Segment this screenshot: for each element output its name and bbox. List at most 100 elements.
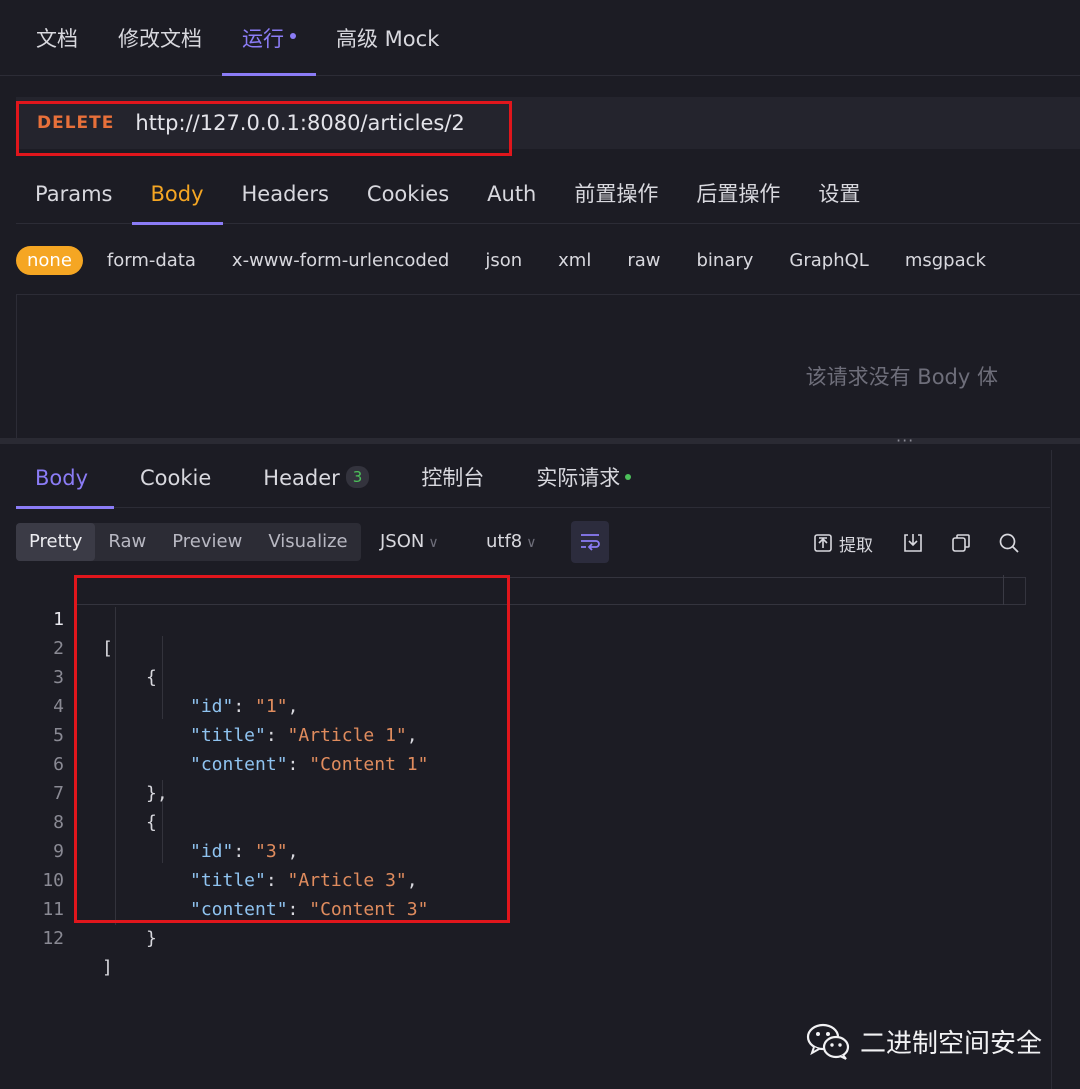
watermark: 二进制空间安全 [806,1022,1042,1060]
splitter-handle[interactable]: ··· [896,433,914,449]
view-mode-pretty[interactable]: Pretty [16,523,96,561]
response-tab-cookie-label: Cookie [140,466,212,490]
code-line: 3 "id": "1", [16,634,298,717]
view-mode-switcher: Pretty Raw Preview Visualize [16,523,361,561]
tab-run-label: 运行 [242,26,284,51]
format-select[interactable]: JSON ∨ [380,523,439,561]
word-wrap-button[interactable] [571,521,609,563]
tab-docs-label: 文档 [36,26,78,51]
url-bar[interactable]: DELETE http://127.0.0.1:8080/articles/2 [16,97,1080,149]
response-tab-actual-request-label: 实际请求 [536,466,621,490]
view-mode-preview[interactable]: Preview [159,523,255,561]
tab-auth[interactable]: Auth [468,166,555,224]
tab-headers[interactable]: Headers [223,166,348,224]
body-type-msgpack[interactable]: msgpack [905,250,986,271]
tab-advanced-mock[interactable]: 高级 Mock [316,0,459,76]
body-type-json[interactable]: json [485,250,522,271]
extract-button[interactable]: 提取 [813,531,873,556]
top-tab-bar: 文档 修改文档 运行 高级 Mock [0,0,1080,76]
download-button[interactable] [902,531,924,555]
tab-docs[interactable]: 文档 [16,0,98,76]
body-type-binary[interactable]: binary [696,250,753,271]
response-tab-console[interactable]: 控制台 [395,450,510,508]
wechat-icon [806,1023,850,1060]
json-value: "3" [255,841,288,862]
code-line: 1 [ [16,576,113,659]
tab-cookies[interactable]: Cookies [348,166,468,224]
tab-body[interactable]: Body [131,166,223,225]
tab-pre-actions[interactable]: 前置操作 [555,166,677,224]
tab-params[interactable]: Params [16,166,132,224]
wrap-icon [581,534,600,551]
request-tab-bar: Params Body Headers Cookies Auth 前置操作 后置… [16,166,1080,225]
json-value: "Content 1" [309,754,429,775]
code-text: ] [102,957,113,978]
code-line: 5 "content": "Content 1" [16,692,428,775]
right-panel-divider [1051,450,1052,1089]
view-mode-raw[interactable]: Raw [95,523,159,561]
response-tab-console-label: 控制台 [421,466,485,490]
current-line-indicator [76,577,1026,605]
tab-edit-docs-label: 修改文档 [118,26,202,51]
search-icon [999,533,1019,553]
json-value: "Content 3" [309,899,429,920]
body-type-xml[interactable]: xml [558,250,591,271]
code-line: 8 "id": "3", [16,779,298,862]
actual-request-dot [625,474,632,480]
view-mode-visualize[interactable]: Visualize [255,523,360,561]
encoding-select[interactable]: utf8 ∨ [486,523,537,561]
search-button[interactable] [998,531,1020,555]
tab-run[interactable]: 运行 [222,0,316,76]
response-code-editor[interactable]: 1 [ 2 { 3 "id": "1", 4 "title": "Article… [16,575,1026,978]
response-tab-header-label: Header [263,466,340,490]
body-type-graphql[interactable]: GraphQL [789,250,868,271]
copy-icon [952,534,970,552]
response-tab-header[interactable]: Header 3 [237,450,395,508]
copy-button[interactable] [950,531,972,555]
encoding-select-value: utf8 [486,531,523,552]
download-icon [904,534,922,552]
json-key: "content" [190,754,288,775]
header-count-badge: 3 [345,466,370,488]
json-key: "content" [190,899,288,920]
tab-advanced-mock-label: 高级 Mock [336,26,440,51]
body-type-selector: none form-data x-www-form-urlencoded jso… [16,243,1022,277]
body-type-form-data[interactable]: form-data [107,250,196,271]
code-text: } [146,928,157,949]
json-key: "id" [190,841,234,862]
http-method[interactable]: DELETE [37,113,114,133]
request-body-panel: 该请求没有 Body 体 [16,294,1080,440]
response-tab-actual-request[interactable]: 实际请求 [510,450,657,508]
json-value: "Article 3" [287,870,407,891]
watermark-text: 二进制空间安全 [860,1028,1043,1059]
code-line: 6 }, [16,721,168,804]
code-line: 11 } [16,866,157,949]
code-line: 4 "title": "Article 1", [16,663,417,746]
response-tab-body[interactable]: Body [16,450,115,509]
response-tab-bar: Body Cookie Header 3 控制台 实际请求 [16,450,1050,509]
request-url[interactable]: http://127.0.0.1:8080/articles/2 [135,111,464,135]
json-key: "title" [190,870,266,891]
panel-splitter[interactable] [0,438,1080,444]
response-tab-body-label: Body [35,466,89,490]
extract-icon [814,534,832,552]
extract-label: 提取 [839,535,873,556]
json-key: "id" [190,696,234,717]
format-select-value: JSON [380,531,425,552]
body-type-raw[interactable]: raw [627,250,660,271]
tab-edit-docs[interactable]: 修改文档 [98,0,222,76]
code-line: 2 { [16,605,157,688]
code-line: 7 { [16,750,157,833]
editor-ruler [1003,575,1004,605]
code-text: { [146,667,157,688]
response-tab-cookie[interactable]: Cookie [114,450,237,508]
code-line: 10 "content": "Content 3" [16,837,428,920]
tab-post-actions[interactable]: 后置操作 [677,166,799,224]
json-value: "Article 1" [287,725,407,746]
json-key: "title" [190,725,266,746]
chevron-down-icon: ∨ [428,535,439,551]
body-type-urlencoded[interactable]: x-www-form-urlencoded [232,250,449,271]
tab-settings[interactable]: 设置 [799,166,879,224]
body-type-none[interactable]: none [16,245,83,275]
indent-guide [162,636,163,719]
